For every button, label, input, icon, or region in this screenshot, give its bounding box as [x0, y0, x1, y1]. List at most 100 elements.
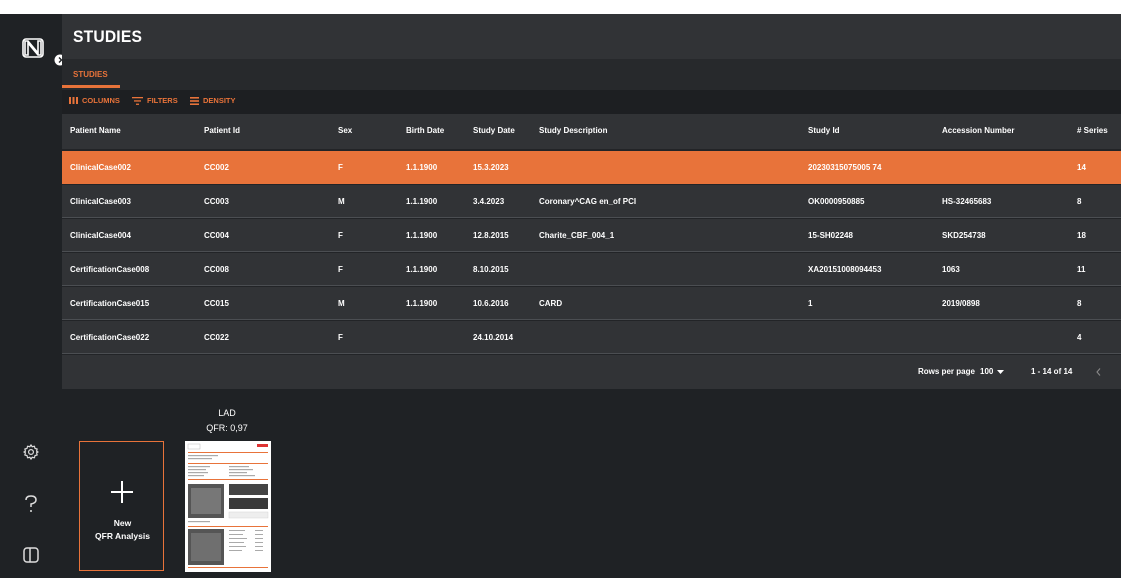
- cell-study-date: 8.10.2015: [473, 265, 509, 274]
- density-button[interactable]: DENSITY: [190, 96, 236, 105]
- cell-study-date: 10.6.2016: [473, 299, 509, 308]
- col-sex[interactable]: Sex: [338, 126, 352, 135]
- cell-patient-name: CertificationCase015: [70, 299, 150, 308]
- cell-study-date: 24.10.2014: [473, 333, 514, 342]
- cell-patient-id: CC022: [204, 333, 229, 342]
- rows-per-page-select[interactable]: 100: [980, 367, 1005, 376]
- cell-series-count: 8: [1077, 197, 1082, 206]
- cell-patient-id: CC008: [204, 265, 229, 274]
- qfr-analysis-label: QFR Analysis: [95, 531, 150, 541]
- cell-patient-id: CC002: [204, 163, 229, 172]
- plus-icon: [111, 481, 133, 503]
- page-range: 1 - 14 of 14: [1031, 367, 1073, 376]
- cell-study-description: CARD: [539, 299, 563, 308]
- columns-button[interactable]: COLUMNS: [69, 96, 120, 105]
- new-qfr-analysis-label: New QFR Analysis: [80, 517, 165, 543]
- cell-study-id: 15-SH02248: [808, 231, 853, 240]
- col-study-id[interactable]: Study Id: [808, 126, 840, 135]
- cell-accession-number: SKD254738: [942, 231, 986, 240]
- cell-patient-id: CC015: [204, 299, 229, 308]
- columns-label: COLUMNS: [82, 96, 120, 105]
- page-title: STUDIES: [73, 27, 143, 46]
- title-bar: STUDIES: [62, 14, 1121, 59]
- cell-sex: F: [338, 265, 343, 274]
- cell-series-count: 14: [1077, 163, 1086, 172]
- filters-button[interactable]: FILTERS: [132, 96, 178, 105]
- new-qfr-analysis-button[interactable]: New QFR Analysis: [79, 441, 164, 571]
- qfr-value: QFR: 0,97: [206, 423, 248, 433]
- cell-patient-id: CC003: [204, 197, 229, 206]
- sidebar: [0, 14, 66, 578]
- qfr-analysis-panel: New QFR Analysis LAD QFR: 0,97: [62, 389, 1121, 578]
- cell-sex: F: [338, 231, 343, 240]
- columns-icon: [69, 97, 78, 104]
- cell-birth-date: 1.1.1900: [406, 299, 438, 308]
- report-preview-image: [185, 441, 271, 572]
- vessel-label: LAD: [218, 408, 236, 418]
- rows-per-page-value: 100: [980, 367, 994, 376]
- cell-study-description: Coronary^CAG en_of PCI: [539, 197, 637, 206]
- cell-study-id: 1: [808, 299, 813, 308]
- col-study-description[interactable]: Study Description: [539, 126, 607, 135]
- tab-indicator: [62, 85, 120, 88]
- col-birth-date[interactable]: Birth Date: [406, 126, 444, 135]
- cell-study-date: 12.8.2015: [473, 231, 509, 240]
- document-icon[interactable]: [22, 546, 40, 564]
- cell-series-count: 8: [1077, 299, 1082, 308]
- density-icon: [190, 96, 199, 105]
- cell-accession-number: HS-32465683: [942, 197, 992, 206]
- analysis-thumbnail-title: LAD QFR: 0,97: [182, 406, 272, 436]
- grid-toolbar: COLUMNS FILTERS DENSITY: [62, 90, 1121, 114]
- col-patient-id[interactable]: Patient Id: [204, 126, 240, 135]
- cell-patient-id: CC004: [204, 231, 229, 240]
- col-accession-number[interactable]: Accession Number: [942, 126, 1014, 135]
- table-row[interactable]: CertificationCase022 CC022 F 24.10.2014 …: [62, 321, 1121, 354]
- cell-sex: F: [338, 333, 343, 342]
- analysis-report-thumbnail[interactable]: [185, 441, 271, 572]
- table-pagination: Rows per page 100 1 - 14 of 14: [62, 355, 1121, 389]
- new-label: New: [113, 518, 132, 528]
- col-patient-name[interactable]: Patient Name: [70, 126, 121, 135]
- cell-study-date: 15.3.2023: [473, 163, 509, 172]
- table-row[interactable]: CertificationCase015 CC015 M 1.1.1900 10…: [62, 287, 1121, 320]
- cell-birth-date: 1.1.1900: [406, 163, 438, 172]
- cell-accession-number: 1063: [942, 265, 960, 274]
- table-row[interactable]: ClinicalCase004 CC004 F 1.1.1900 12.8.20…: [62, 219, 1121, 252]
- cell-sex: F: [338, 163, 343, 172]
- cell-series-count: 4: [1077, 333, 1082, 342]
- filters-label: FILTERS: [147, 96, 178, 105]
- table-row[interactable]: ClinicalCase003 CC003 M 1.1.1900 3.4.202…: [62, 185, 1121, 218]
- cell-birth-date: 1.1.1900: [406, 265, 438, 274]
- main-panel: STUDIES STUDIES COLUMNS FILTERS DENSITY …: [62, 14, 1121, 578]
- col-study-date[interactable]: Study Date: [473, 126, 515, 135]
- prev-page-icon[interactable]: [1096, 368, 1101, 376]
- app-logo-icon[interactable]: [22, 38, 44, 58]
- tab-bar: STUDIES: [62, 59, 1121, 90]
- cell-sex: M: [338, 299, 345, 308]
- settings-gear-icon[interactable]: [22, 443, 40, 461]
- filter-icon: [132, 96, 143, 105]
- rows-per-page-label: Rows per page: [918, 367, 975, 376]
- cell-sex: M: [338, 197, 345, 206]
- tab-studies[interactable]: STUDIES: [73, 70, 108, 79]
- table-row[interactable]: CertificationCase008 CC008 F 1.1.1900 8.…: [62, 253, 1121, 286]
- cell-series-count: 11: [1077, 265, 1086, 274]
- cell-study-description: Charite_CBF_004_1: [539, 231, 615, 240]
- cell-patient-name: ClinicalCase004: [70, 231, 131, 240]
- help-icon[interactable]: [24, 495, 38, 513]
- app-window: STUDIES STUDIES COLUMNS FILTERS DENSITY …: [0, 0, 1121, 578]
- cell-patient-name: CertificationCase008: [70, 265, 150, 274]
- dropdown-arrow-icon: [997, 369, 1005, 374]
- cell-patient-name: CertificationCase022: [70, 333, 150, 342]
- cell-study-id: XA20151008094453: [808, 265, 882, 274]
- cell-study-id: 20230315075005 74: [808, 163, 882, 172]
- cell-birth-date: 1.1.1900: [406, 231, 438, 240]
- cell-series-count: 18: [1077, 231, 1086, 240]
- cell-accession-number: 2019/0898: [942, 299, 980, 308]
- density-label: DENSITY: [203, 96, 236, 105]
- table-header: Patient Name Patient Id Sex Birth Date S…: [62, 114, 1121, 149]
- table-row[interactable]: ClinicalCase002 CC002 F 1.1.1900 15.3.20…: [62, 151, 1121, 184]
- col-series-count[interactable]: # Series: [1077, 126, 1108, 135]
- cell-study-date: 3.4.2023: [473, 197, 505, 206]
- cell-study-id: OK0000950885: [808, 197, 865, 206]
